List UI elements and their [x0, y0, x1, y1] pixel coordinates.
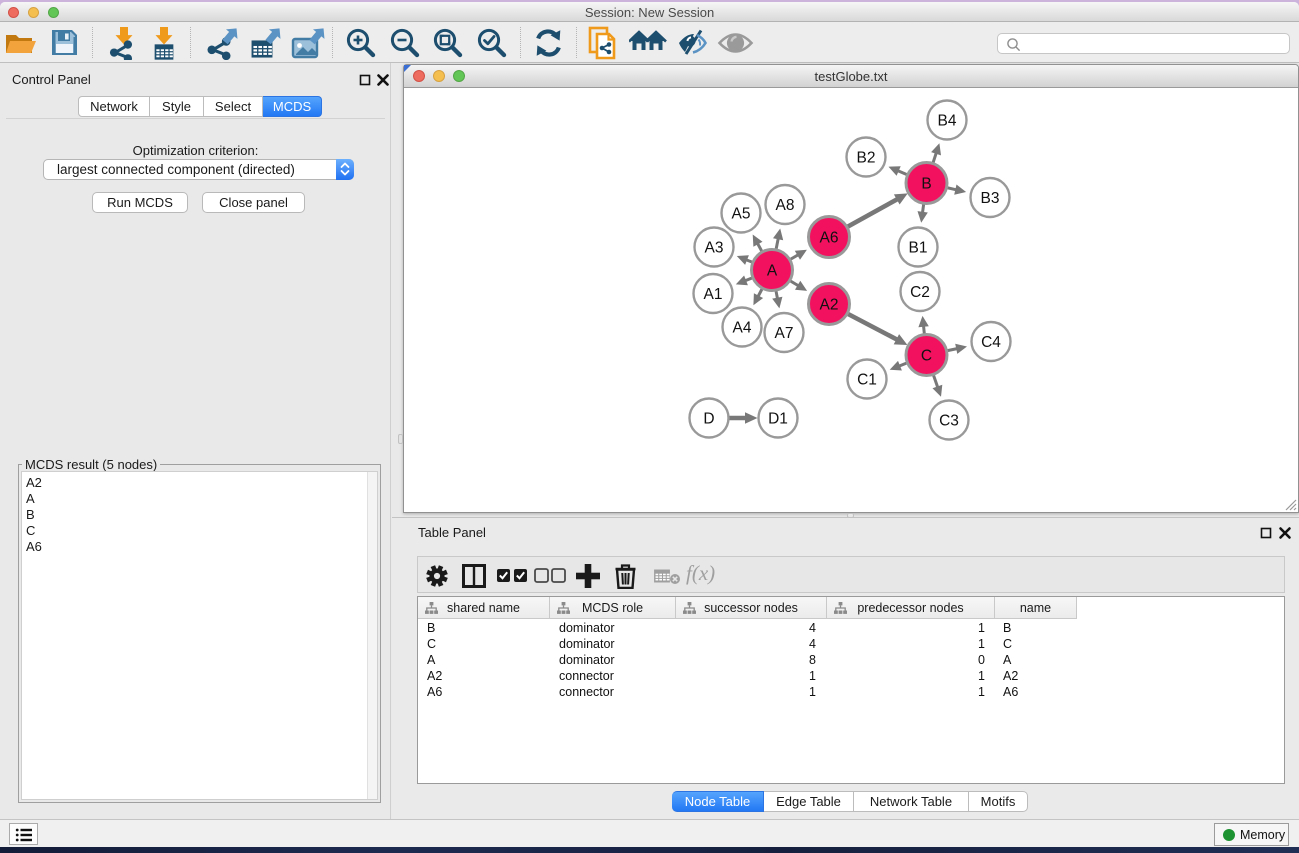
svg-text:B3: B3 [981, 190, 1000, 207]
svg-text:C4: C4 [981, 334, 1001, 351]
svg-text:A6: A6 [820, 229, 839, 246]
svg-text:C3: C3 [939, 412, 959, 429]
svg-text:C1: C1 [857, 371, 877, 388]
svg-text:D1: D1 [768, 410, 788, 427]
svg-text:D: D [703, 410, 714, 427]
svg-text:A: A [767, 262, 778, 279]
svg-text:B2: B2 [857, 149, 876, 166]
svg-text:A2: A2 [820, 296, 839, 313]
svg-text:A1: A1 [704, 286, 723, 303]
svg-text:A8: A8 [776, 197, 795, 214]
svg-text:B4: B4 [938, 112, 957, 129]
svg-text:A7: A7 [775, 325, 794, 342]
svg-text:B1: B1 [909, 239, 928, 256]
svg-text:A4: A4 [733, 319, 752, 336]
svg-text:C2: C2 [910, 284, 930, 301]
svg-text:A5: A5 [732, 205, 751, 222]
svg-text:A3: A3 [705, 239, 724, 256]
svg-text:C: C [921, 347, 932, 364]
svg-text:B: B [921, 175, 931, 192]
